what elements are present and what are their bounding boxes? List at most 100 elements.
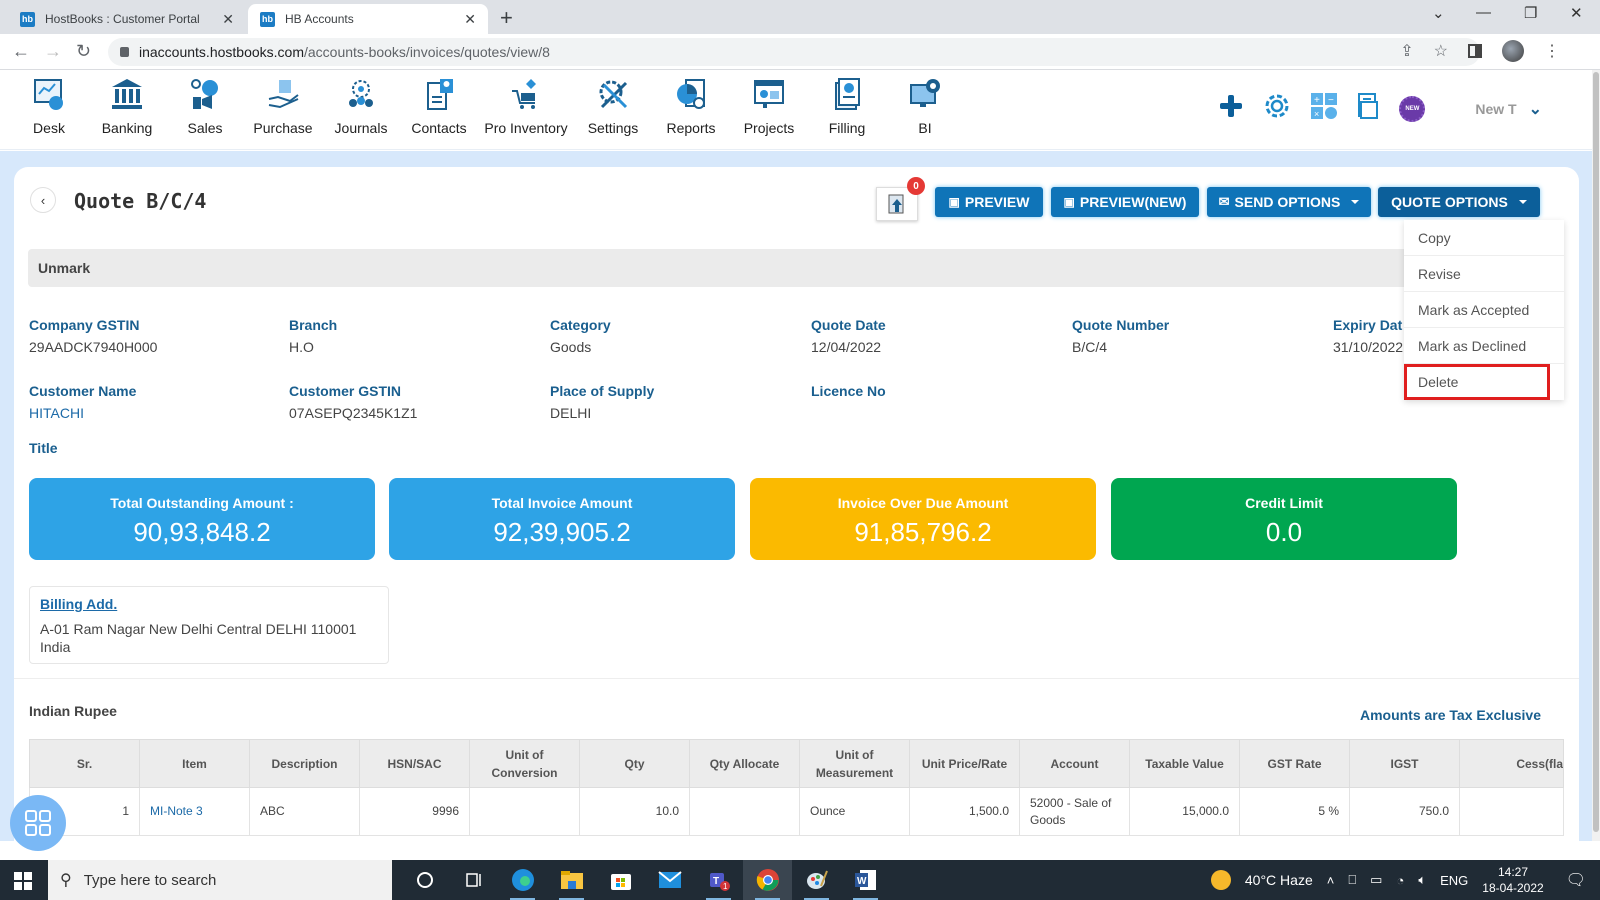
menu-item-delete[interactable]: Delete [1404,364,1550,400]
hostbooks-favicon-icon: hb [260,11,275,27]
back-arrow-icon[interactable]: ← [12,41,30,62]
chevron-down-icon[interactable]: ⌄ [1529,99,1542,119]
module-bi[interactable]: BI [886,76,964,136]
svg-text:×: × [1314,109,1319,119]
module-sales[interactable]: Sales [166,76,244,136]
weather-text[interactable]: 40°C Haze [1245,872,1313,888]
teams-icon[interactable]: T1 [694,860,743,900]
field-customer-name: Customer Name HITACHI [29,383,269,421]
close-window-icon[interactable]: ✕ [1570,4,1583,22]
camera-icon[interactable]: ⎕ [1348,872,1356,888]
forward-arrow-icon[interactable]: → [44,41,62,62]
clock-time: 14:27 [1497,865,1528,879]
chevron-left-icon: ‹ [40,192,46,208]
module-banking[interactable]: Banking [88,76,166,136]
preview-button[interactable]: ▣ PREVIEW [935,187,1043,217]
documents-icon[interactable] [1357,92,1379,125]
page-scrollbar[interactable] [1592,70,1600,841]
module-contacts[interactable]: Contacts [400,76,478,136]
reload-icon[interactable]: ↻ [76,41,91,62]
tab-hb-accounts[interactable]: hb HB Accounts ✕ [248,4,488,34]
chrome-icon[interactable] [743,860,792,900]
module-pro-inventory[interactable]: Pro Inventory [478,76,574,136]
file-explorer-icon[interactable] [547,860,596,900]
close-tab-icon[interactable]: ✕ [222,11,234,28]
chevron-up-icon[interactable]: ˄ [1327,873,1335,888]
menu-item-copy[interactable]: Copy [1404,220,1564,256]
customer-name-link[interactable]: HITACHI [29,405,269,421]
new-badge-icon[interactable]: NEW [1399,95,1426,122]
tab-customer-portal[interactable]: hb HostBooks : Customer Portal ✕ [8,4,246,34]
share-icon[interactable]: ⇪ [1400,41,1413,61]
col-qty: Qty [579,739,690,788]
menu-item-mark-declined[interactable]: Mark as Declined [1404,328,1564,364]
module-purchase[interactable]: Purchase [244,76,322,136]
field-quote-number: Quote Number B/C/4 [1072,317,1170,355]
billing-address-link[interactable]: Billing Add. [40,596,378,612]
add-plus-icon[interactable] [1219,94,1243,123]
clock-date: 18-04-2022 [1482,881,1544,895]
module-filling[interactable]: Filling [808,76,886,136]
wifi-icon[interactable]: ◔ [1396,873,1404,888]
menu-item-revise[interactable]: Revise [1404,256,1564,292]
module-projects[interactable]: Projects [730,76,808,136]
task-view-icon[interactable] [449,860,498,900]
preview-new-button[interactable]: ▣ PREVIEW(NEW) [1051,187,1199,217]
windows-start-icon[interactable] [14,872,32,895]
battery-icon[interactable]: ▭ [1370,872,1382,888]
module-desk[interactable]: Desk [10,76,88,136]
tab-search-chevron-icon[interactable]: ⌄ [1432,4,1445,22]
back-button[interactable]: ‹ [30,187,56,213]
module-journals[interactable]: Journals [322,76,400,136]
url-host: inaccounts.hostbooks.com [139,44,304,60]
profile-avatar[interactable] [1502,40,1524,62]
page-title: Quote B/C/4 [74,189,207,213]
bookmark-star-icon[interactable]: ☆ [1434,41,1448,61]
edge-browser-icon[interactable] [498,860,547,900]
language-indicator[interactable]: ENG [1440,873,1468,888]
side-panel-icon[interactable] [1468,44,1482,58]
taskbar-search-input[interactable]: ⚲ Type here to search [48,860,392,900]
url-input[interactable]: inaccounts.hostbooks.com/accounts-books/… [108,38,1480,66]
new-tab-icon[interactable]: + [500,5,513,31]
cortana-icon[interactable] [400,860,449,900]
upload-icon [888,194,904,214]
calculator-icon[interactable]: + − × [1311,93,1338,124]
browser-menu-icon[interactable]: ⋮ [1544,41,1560,61]
weather-icon[interactable] [1210,870,1231,890]
billing-address-country: India [40,639,71,655]
caret-down-icon [1351,200,1360,204]
cell-qty: 10.0 [579,787,690,836]
col-cess: Cess(fla [1459,739,1564,788]
paint-icon[interactable] [792,860,841,900]
module-reports[interactable]: Reports [652,76,730,136]
notifications-icon[interactable]: 🗨︎ [1566,870,1586,890]
restore-icon[interactable]: ❐ [1524,4,1537,22]
clock[interactable]: 14:27 18-04-2022 [1482,864,1543,896]
minimize-icon[interactable]: — [1476,4,1491,21]
close-tab-icon[interactable]: ✕ [464,11,476,28]
apps-grid-button[interactable] [10,795,66,851]
cell-item-link[interactable]: MI-Note 3 [139,787,250,836]
table-header-row: Sr. Item Description HSN/SAC Unit of Con… [29,739,1564,788]
word-icon[interactable]: W [841,860,890,900]
reports-icon [673,76,709,112]
svg-text:+: + [1314,95,1320,106]
send-options-button[interactable]: ✉ SEND OPTIONS [1207,187,1371,217]
field-licence-no: Licence No [811,383,886,399]
module-nav: Desk Banking Sales Purchase Journals Con… [10,76,964,136]
menu-item-mark-accepted[interactable]: Mark as Accepted [1404,292,1564,328]
microsoft-store-icon[interactable] [596,860,645,900]
company-selector-label[interactable]: New T [1475,101,1516,117]
svg-text:W: W [857,876,867,887]
section-divider [14,678,1579,679]
gear-icon[interactable] [1263,92,1291,125]
mail-icon[interactable] [645,860,694,900]
quote-options-button[interactable]: QUOTE OPTIONS [1378,187,1540,217]
module-settings[interactable]: Settings [574,76,652,136]
cell-gst-rate: 5 % [1239,787,1350,836]
tab-label: HB Accounts [285,12,354,26]
cell-description: ABC [249,787,360,836]
scrollbar-thumb[interactable] [1593,72,1599,832]
volume-icon[interactable]: 🔈︎ [1418,872,1426,888]
